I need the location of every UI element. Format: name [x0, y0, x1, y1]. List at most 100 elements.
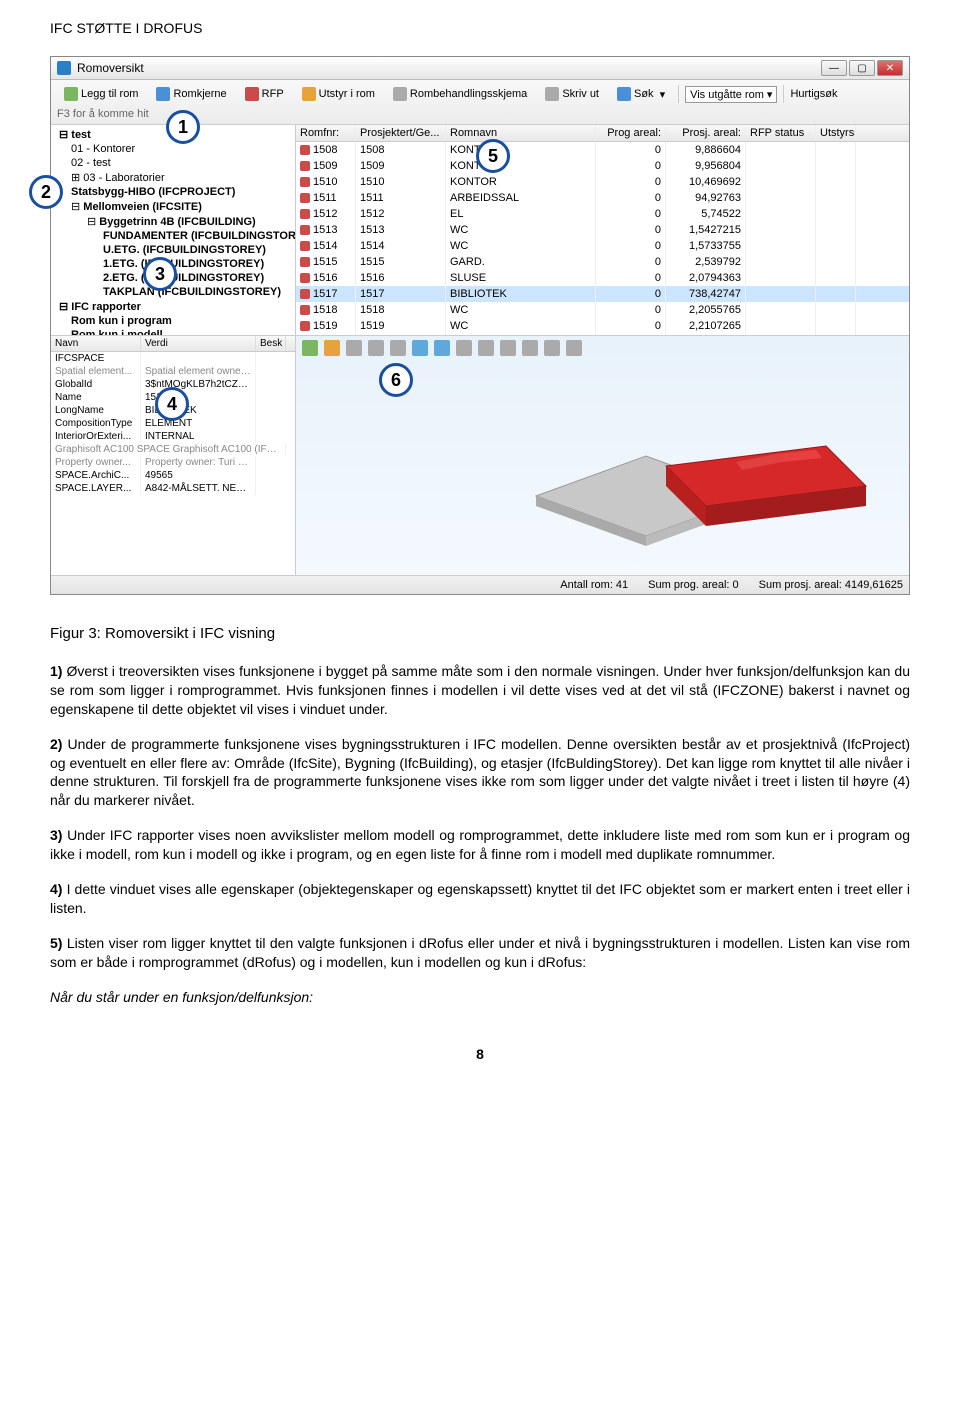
view-tool-icon[interactable] [412, 340, 428, 356]
add-room-button[interactable]: Legg til rom [57, 84, 145, 104]
equipment-button[interactable]: Utstyr i rom [295, 84, 382, 104]
view-tool-icon[interactable] [302, 340, 318, 356]
view-tool-icon[interactable] [324, 340, 340, 356]
window-title: Romoversikt [77, 61, 144, 75]
view-tool-icon[interactable] [478, 340, 494, 356]
prop-val: Property owner: Turi Heieraas... [141, 456, 256, 469]
view-tool-icon[interactable] [456, 340, 472, 356]
page-header: IFC STØTTE I DROFUS [50, 20, 910, 36]
tree-item[interactable]: ⊟ Byggetrinn 4B (IFCBUILDING) [51, 214, 295, 229]
status-prosj-area: Sum prosj. areal: 4149,61625 [759, 579, 903, 591]
table-row[interactable]: 15121512EL05,74522 [296, 206, 909, 222]
col-romfnr[interactable]: Romfnr: [296, 125, 356, 141]
paragraph-2: Under de programmerte funksjonene vises … [50, 736, 910, 809]
search-label: Søk [634, 88, 654, 100]
treatment-button[interactable]: Rombehandlingsskjema [386, 84, 534, 104]
col-prosj-areal[interactable]: Prosj. areal: [666, 125, 746, 141]
prop-val: A842-MÅLSETT. NETTOAR... [141, 482, 256, 495]
minimize-button[interactable]: — [821, 60, 847, 76]
viewer-toolbar [302, 340, 582, 356]
paragraph-1: Øverst i treoversikten vises funksjonene… [50, 663, 910, 717]
prop-val: ELEMENT [141, 417, 256, 430]
tree-item[interactable]: 01 - Kontorer [51, 142, 295, 156]
table-row[interactable]: 15081508KONTOR09,886604 [296, 142, 909, 158]
tree-panel[interactable]: ⊟ test 01 - Kontorer 02 - test ⊞ 03 - La… [51, 125, 296, 335]
col-utstyr[interactable]: Utstyrssta [816, 125, 856, 141]
view-tool-icon[interactable] [500, 340, 516, 356]
table-row[interactable]: 15101510KONTOR010,469692 [296, 174, 909, 190]
prop-key: Spatial element... [51, 365, 141, 378]
view-tool-icon[interactable] [390, 340, 406, 356]
list-marker: 2) [50, 736, 62, 752]
prop-val: 49565 [141, 469, 256, 482]
form-icon [393, 87, 407, 101]
romkjerne-label: Romkjerne [173, 88, 226, 100]
prop-key: LongName [51, 404, 141, 417]
romkjerne-button[interactable]: Romkjerne [149, 84, 233, 104]
maximize-button[interactable]: ▢ [849, 60, 875, 76]
prop-key: Property owner... [51, 456, 141, 469]
tree-item[interactable]: 02 - test [51, 156, 295, 170]
toolbar-separator [783, 85, 784, 103]
table-row[interactable]: 15131513WC01,5427215 [296, 222, 909, 238]
col-prog-areal[interactable]: Prog areal: [596, 125, 666, 141]
tree-item[interactable]: ⊞ 03 - Laboratorier [51, 170, 295, 185]
callout-2: 2 [29, 175, 63, 209]
table-row[interactable]: 15091509KONTOR09,956804 [296, 158, 909, 174]
room-list: Romfnr: Prosjektert/Ge... Romnavn Prog a… [296, 125, 909, 335]
prop-col-name[interactable]: Navn [51, 336, 141, 351]
filter-dropdown[interactable]: Vis utgåtte rom ▾ [685, 86, 777, 103]
search-button[interactable]: Søk ▾ [610, 84, 672, 104]
view-tool-icon[interactable] [434, 340, 450, 356]
prop-key: SPACE.ArchiC... [51, 469, 141, 482]
table-row[interactable]: 15191519WC02,2107265 [296, 318, 909, 334]
col-rfp-status[interactable]: RFP status [746, 125, 816, 141]
table-row[interactable]: 15141514WC01,5733755 [296, 238, 909, 254]
prop-key: InteriorOrExteri... [51, 430, 141, 443]
chevron-down-icon: ▾ [660, 88, 666, 101]
table-row[interactable]: 15181518WC02,2055765 [296, 302, 909, 318]
prop-col-besk[interactable]: Besk [256, 336, 286, 351]
col-romnavn[interactable]: Romnavn [446, 125, 596, 141]
rfp-label: RFP [262, 88, 284, 100]
titlebar: Romoversikt — ▢ ✕ [51, 57, 909, 80]
statusbar: Antall rom: 41 Sum prog. areal: 0 Sum pr… [51, 575, 909, 594]
tree-item[interactable]: Rom kun i program [51, 314, 295, 328]
close-button[interactable]: ✕ [877, 60, 903, 76]
view-tool-icon[interactable] [368, 340, 384, 356]
prop-key: CompositionType [51, 417, 141, 430]
view-tool-icon[interactable] [522, 340, 538, 356]
prop-graphisoft: Graphisoft AC100 SPACE Graphisoft AC100 … [51, 443, 286, 456]
paragraph-5: Listen viser rom ligger knyttet til den … [50, 935, 910, 970]
view-tool-icon[interactable] [346, 340, 362, 356]
rfp-button[interactable]: RFP [238, 84, 291, 104]
equipment-icon [302, 87, 316, 101]
table-row[interactable]: 15111511ARBEIDSSAL094,92763 [296, 190, 909, 206]
callout-5: 5 [476, 139, 510, 173]
body-text: 1) Øverst i treoversikten vises funksjon… [50, 662, 910, 1006]
list-marker: 3) [50, 827, 62, 843]
add-room-label: Legg til rom [81, 88, 138, 100]
view-tool-icon[interactable] [566, 340, 582, 356]
prop-col-value[interactable]: Verdi [141, 336, 256, 351]
callout-6: 6 [379, 363, 413, 397]
table-row[interactable]: 15151515GARD.02,539792 [296, 254, 909, 270]
tree-item[interactable]: ⊟ Mellomveien (IFCSITE) [51, 199, 295, 214]
table-row[interactable]: 15201520RWC05,5825 [296, 334, 909, 335]
tree-item[interactable]: ⊟ IFC rapporter [51, 299, 295, 314]
table-row[interactable]: 15171517BIBLIOTEK0738,42747 [296, 286, 909, 302]
properties-panel: Navn Verdi Besk IFCSPACE Spatial element… [51, 336, 296, 575]
prop-val: INTERNAL [141, 430, 256, 443]
tree-item[interactable]: TAKPLAN (IFCBUILDINGSTOREY) [51, 285, 295, 299]
print-button[interactable]: Skriv ut [538, 84, 606, 104]
view-tool-icon[interactable] [544, 340, 560, 356]
tree-item[interactable]: FUNDAMENTER (IFCBUILDINGSTORE [51, 229, 295, 243]
col-prosjektert[interactable]: Prosjektert/Ge... [356, 125, 446, 141]
tree-item[interactable]: Statsbygg-HIBO (IFCPROJECT) [51, 185, 295, 199]
page-number: 8 [50, 1046, 910, 1062]
equipment-label: Utstyr i rom [319, 88, 375, 100]
tree-item[interactable]: U.ETG. (IFCBUILDINGSTOREY) [51, 243, 295, 257]
print-icon [545, 87, 559, 101]
table-row[interactable]: 15161516SLUSE02,0794363 [296, 270, 909, 286]
tree-item[interactable]: Rom kun i modell [51, 328, 295, 335]
